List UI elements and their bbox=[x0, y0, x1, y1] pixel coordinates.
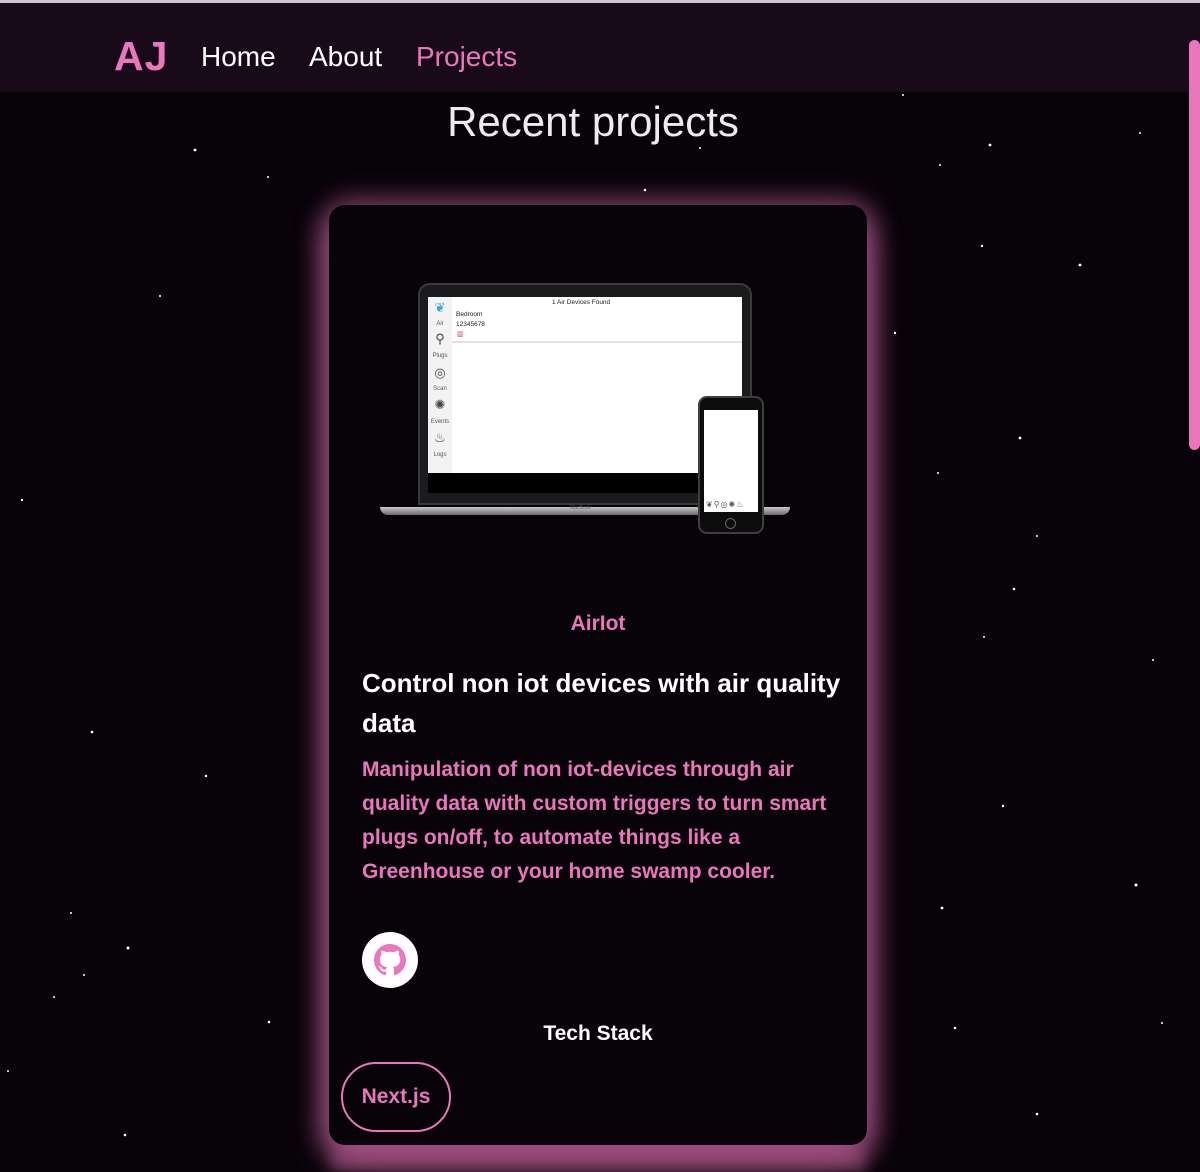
nav-link-about[interactable]: About bbox=[309, 41, 382, 73]
sidebar-label-logs: Logs bbox=[433, 452, 447, 458]
sidebar-label-scan: Scan bbox=[433, 386, 447, 392]
app-device-panel: 1 Air Devices Found Bedroom 12345678 ▥ bbox=[452, 297, 742, 343]
devices-found-text: 1 Air Devices Found bbox=[552, 299, 611, 306]
leaf-icon: ❦ bbox=[434, 300, 446, 315]
card-bottom-glow bbox=[330, 1150, 866, 1172]
device-id: 12345678 bbox=[456, 321, 485, 328]
project-description: Manipulation of non iot-devices through … bbox=[362, 758, 827, 883]
phone-tab-icons: ❦⚲◎✺♨ bbox=[706, 500, 745, 509]
scrollbar-thumb[interactable] bbox=[1189, 40, 1200, 450]
trash-icon: ▥ bbox=[457, 331, 464, 338]
project-preview-image: ❦ Air ⚲ Plugs ◎ Scan ✺ Events ♨ Logs 1 A… bbox=[380, 283, 790, 538]
sidebar-label-plugs: Plugs bbox=[432, 353, 448, 359]
phone-mockup: ❦⚲◎✺♨ bbox=[698, 396, 764, 534]
sidebar-label-events: Events bbox=[430, 419, 450, 425]
tech-stack-title: Tech Stack bbox=[543, 1022, 653, 1045]
nav-link-home[interactable]: Home bbox=[201, 41, 276, 73]
logs-icon: ♨ bbox=[434, 430, 446, 445]
navbar: AJ Home About Projects bbox=[0, 3, 1200, 92]
logo[interactable]: AJ bbox=[114, 33, 168, 79]
phone-screen: ❦⚲◎✺♨ bbox=[704, 410, 758, 512]
device-room: Bedroom bbox=[456, 311, 483, 318]
sidebar-label-air: Air bbox=[436, 321, 444, 327]
app-sidebar: ❦ Air ⚲ Plugs ◎ Scan ✺ Events ♨ Logs bbox=[428, 297, 452, 473]
tech-pill-nextjs[interactable]: Next.js bbox=[341, 1062, 451, 1132]
laptop-brand-label: MacBook bbox=[570, 505, 591, 511]
laptop-screen: ❦ Air ⚲ Plugs ◎ Scan ✺ Events ♨ Logs 1 A… bbox=[428, 297, 742, 493]
plug-icon: ⚲ bbox=[435, 331, 445, 346]
laptop-screen-bottom bbox=[428, 473, 742, 493]
events-icon: ✺ bbox=[434, 397, 446, 412]
radar-icon: ◎ bbox=[434, 365, 446, 380]
page-title: Recent projects bbox=[447, 98, 739, 145]
nav-link-projects[interactable]: Projects bbox=[416, 41, 517, 73]
github-icon bbox=[374, 944, 406, 976]
project-heading: Control non iot devices with air quality… bbox=[362, 668, 841, 738]
github-link-button[interactable] bbox=[362, 932, 418, 988]
project-name: AirIot bbox=[570, 612, 626, 635]
phone-home-button bbox=[725, 518, 736, 529]
page: AJ Home About Projects Recent projects ❦… bbox=[0, 0, 1200, 1172]
